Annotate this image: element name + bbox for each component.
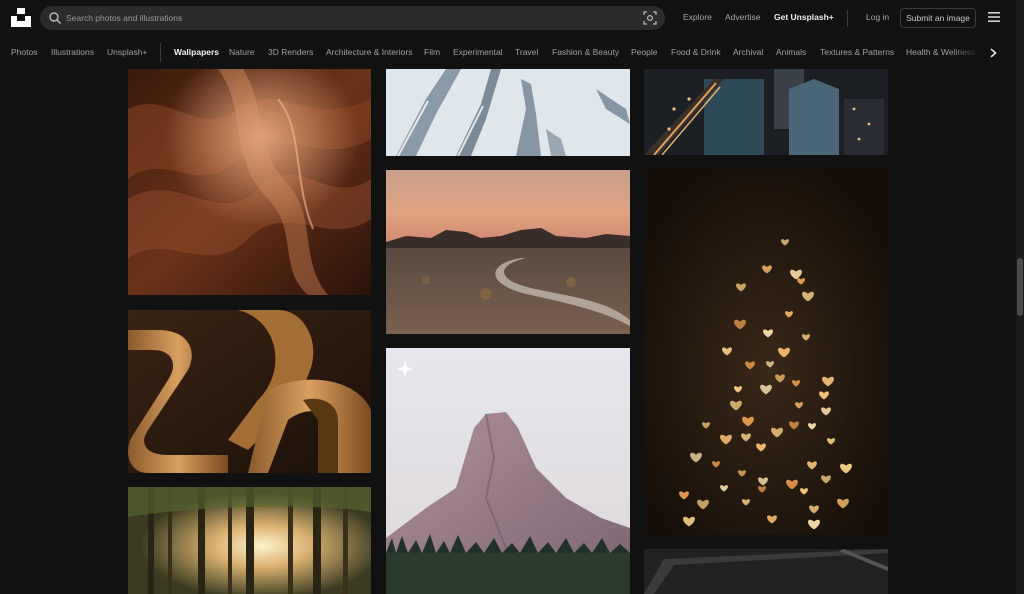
scrollbar-thumb[interactable] (1017, 258, 1023, 316)
category-film[interactable]: Film (424, 47, 440, 57)
mountain-peak-photo[interactable] (386, 348, 630, 594)
category-fashion-beauty[interactable]: Fashion & Beauty (552, 47, 619, 57)
category-food-drink[interactable]: Food & Drink (671, 47, 721, 57)
category-people[interactable]: People (631, 47, 657, 57)
heart-bokeh-tree-photo[interactable] (644, 169, 888, 535)
category-3d-renders[interactable]: 3D Renders (268, 47, 313, 57)
header-divider (847, 10, 848, 27)
category-animals[interactable]: Animals (776, 47, 806, 57)
category-fade (950, 36, 990, 69)
category-divider (160, 43, 161, 62)
category-travel[interactable]: Travel (515, 47, 538, 57)
unsplash-logo[interactable] (11, 8, 31, 27)
search-bar[interactable] (40, 6, 665, 30)
category-experimental[interactable]: Experimental (453, 47, 503, 57)
dark-abstract-photo[interactable] (644, 549, 888, 594)
forest-sunlight-photo[interactable] (128, 487, 371, 594)
chevron-right-icon[interactable] (986, 46, 1000, 60)
app-window: Explore Advertise Get Unsplash+ Log in S… (0, 0, 1024, 594)
search-icon[interactable] (48, 11, 62, 25)
category-wallpapers[interactable]: Wallpapers (174, 47, 219, 57)
category-photos[interactable]: Photos (11, 47, 37, 57)
menu-icon[interactable] (988, 12, 1000, 22)
category-nature[interactable]: Nature (229, 47, 255, 57)
explore-link[interactable]: Explore (683, 12, 712, 22)
desert-road-photo[interactable] (386, 170, 630, 334)
golden-3d-render[interactable] (128, 310, 371, 473)
category-illustrations[interactable]: Illustrations (51, 47, 94, 57)
submit-image-button[interactable]: Submit an image (900, 8, 976, 28)
advertise-link[interactable]: Advertise (725, 12, 760, 22)
category-nav: Photos Illustrations Unsplash+ Wallpaper… (0, 36, 1016, 69)
login-link[interactable]: Log in (866, 12, 889, 22)
canyon-photo[interactable] (128, 69, 371, 295)
category-unsplash-plus[interactable]: Unsplash+ (107, 47, 147, 57)
category-archival[interactable]: Archival (733, 47, 763, 57)
unsplash-plus-badge-icon (397, 361, 413, 377)
snowy-ridges-aerial-photo[interactable] (386, 69, 630, 156)
get-unsplash-plus-link[interactable]: Get Unsplash+ (774, 12, 834, 22)
visual-search-icon[interactable] (643, 11, 657, 25)
city-aerial-night-photo[interactable] (644, 69, 888, 155)
category-textures-patterns[interactable]: Textures & Patterns (820, 47, 894, 57)
top-header: Explore Advertise Get Unsplash+ Log in S… (0, 0, 1016, 36)
search-input[interactable] (66, 9, 626, 27)
category-architecture-interiors[interactable]: Architecture & Interiors (326, 47, 412, 57)
